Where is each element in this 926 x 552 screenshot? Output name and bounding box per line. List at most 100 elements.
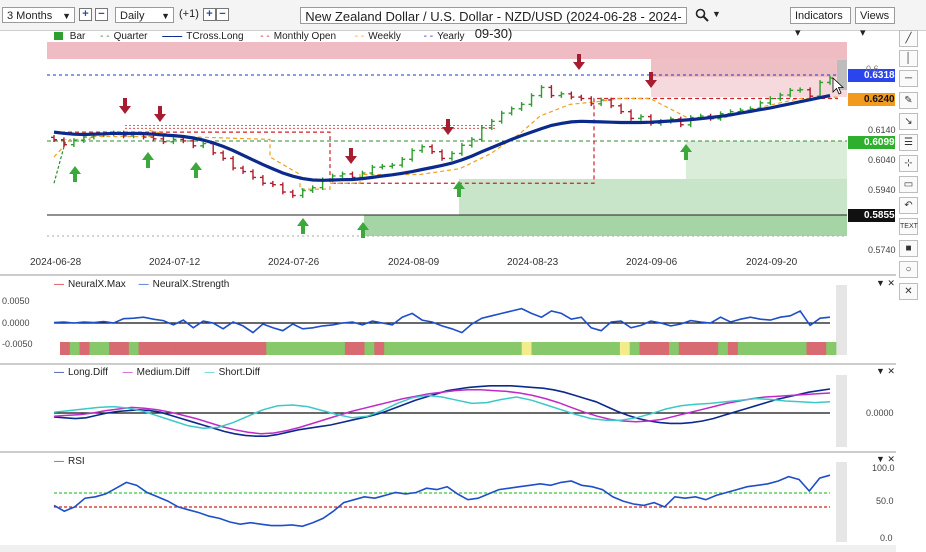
main-legend: Bar - - Quarter —— TCross.Long - - Monthly … [54, 31, 469, 42]
legend-weekly: Weekly [368, 31, 401, 42]
neuralx-color-cell [757, 342, 768, 355]
quarter-price-tag: 0.6099 [848, 136, 895, 149]
support-zone-deep [364, 215, 847, 236]
neuralx-color-cell [649, 342, 660, 355]
neuralx-color-cell [207, 342, 218, 355]
x-axis-label: 2024-06-28 [30, 257, 82, 268]
vertical-line-icon[interactable]: │ [899, 50, 918, 67]
neuralx-color-cell [276, 342, 287, 355]
fib-icon[interactable]: ☰ [899, 134, 918, 151]
neuralx-color-cell [570, 342, 581, 355]
shape-icon[interactable]: ▭ [899, 176, 918, 193]
pencil-icon[interactable]: ✎ [899, 92, 918, 109]
neuralx-color-cell [315, 342, 326, 355]
legend-medium-diff: Medium.Diff [136, 367, 190, 378]
neuralx-color-cell [305, 342, 316, 355]
pen-icon[interactable]: ╱ [899, 30, 918, 47]
neuralx-color-cell [777, 342, 788, 355]
neuralx-color-cell [60, 342, 71, 355]
rsi-legend: — RSI [54, 456, 85, 467]
rsi-axis-label: 100.0 [872, 463, 895, 473]
measure-icon[interactable]: ⊹ [899, 155, 918, 172]
neuralx-color-cell [531, 342, 542, 355]
x-axis-label: 2024-07-26 [268, 257, 320, 268]
neuralx-color-cell [69, 342, 80, 355]
diff-scroll [836, 375, 847, 447]
neuralx-color-cell [806, 342, 817, 355]
chart-canvas[interactable] [0, 0, 926, 552]
legend-long-diff: Long.Diff [68, 367, 108, 378]
text-icon[interactable]: TEXT [899, 218, 918, 235]
horizontal-line-icon[interactable]: ─ [899, 70, 918, 87]
upper-zone-band [651, 59, 847, 77]
neuralx-color-cell [639, 342, 650, 355]
rsi-scroll [836, 462, 847, 542]
neuralx-color-cell [197, 342, 208, 355]
neuralx-color-cell [423, 342, 434, 355]
undo-icon[interactable]: ↶ [899, 197, 918, 214]
neuralx-color-cell [325, 342, 336, 355]
neuralx-color-cell [521, 342, 532, 355]
nx-legend: — NeuralX.Max — NeuralX.Strength [54, 279, 230, 290]
legend-yearly: Yearly [437, 31, 465, 42]
close-icon[interactable]: ✕ [899, 283, 918, 300]
neuralx-color-cell [698, 342, 709, 355]
support-zone [459, 179, 847, 215]
price-axis-label: 0.5740 [868, 245, 896, 255]
neuralx-color-cell [177, 342, 189, 355]
price-axis-label: 0.5940 [868, 185, 896, 195]
neuralx-color-cell [374, 342, 385, 355]
trend-icon[interactable]: ↘ [899, 113, 918, 130]
neuralx-color-cell [737, 342, 748, 355]
rsi-axis-label: 0.0 [880, 533, 893, 543]
neuralx-color-cell [433, 342, 444, 355]
neuralx-color-cell [118, 342, 130, 355]
x-axis-label: 2024-08-23 [507, 257, 559, 268]
neuralx-color-cell [187, 342, 198, 355]
horizontal-scrollbar[interactable] [0, 545, 896, 552]
neuralx-color-cell [236, 342, 247, 355]
neuralx-color-cell [109, 342, 120, 355]
neuralx-color-cell [708, 342, 719, 355]
legend-nx-max: NeuralX.Max [68, 279, 126, 290]
neuralx-color-cell [727, 342, 739, 355]
neuralx-color-cell [217, 342, 228, 355]
neuralx-color-cell [99, 342, 110, 355]
resistance-zone [47, 42, 847, 59]
neuralx-color-cell [413, 342, 424, 355]
nx-pane-controls[interactable]: ▼ ✕ [876, 278, 895, 289]
long-diff-line [53, 385, 831, 437]
neuralx-color-cell [796, 342, 807, 355]
x-axis-label: 2024-09-06 [626, 257, 678, 268]
neuralx-color-cell [354, 342, 365, 355]
legend-short-diff: Short.Diff [218, 367, 261, 378]
diff-pane-controls[interactable]: ▼ ✕ [876, 366, 895, 377]
neuralx-color-cell [472, 342, 483, 355]
neuralx-color-cell [128, 342, 139, 355]
x-axis-label: 2024-08-09 [388, 257, 440, 268]
neuralx-color-cell [364, 342, 375, 355]
price-axis-label: 0.6040 [868, 155, 896, 165]
square-icon[interactable]: ■ [899, 240, 918, 257]
neuralx-color-cell [816, 342, 827, 355]
price-axis-label: 0.6140 [868, 125, 896, 135]
legend-nx-strength: NeuralX.Strength [152, 279, 230, 290]
neuralx-color-cell [541, 342, 552, 355]
neuralx-color-cell [482, 342, 493, 355]
neuralx-color-cell [79, 342, 90, 355]
nx-axis-label: 0.0000 [2, 318, 30, 328]
neuralx-color-cell [786, 342, 798, 355]
neuralx-color-cell [227, 342, 238, 355]
neuralx-color-cell [551, 342, 562, 355]
legend-rsi: RSI [68, 456, 85, 467]
x-axis-label: 2024-07-12 [149, 257, 201, 268]
circle-icon[interactable]: ○ [899, 261, 918, 278]
neuralx-color-cell [561, 342, 572, 355]
neuralx-color-cell [659, 342, 670, 355]
neuralx-color-cell [89, 342, 100, 355]
rsi-axis-label: 50.0 [876, 496, 894, 506]
neuralx-color-cell [403, 342, 414, 355]
neuralx-color-cell [443, 342, 454, 355]
neuralx-color-cell [580, 342, 591, 355]
neuralx-color-cell [295, 342, 306, 355]
